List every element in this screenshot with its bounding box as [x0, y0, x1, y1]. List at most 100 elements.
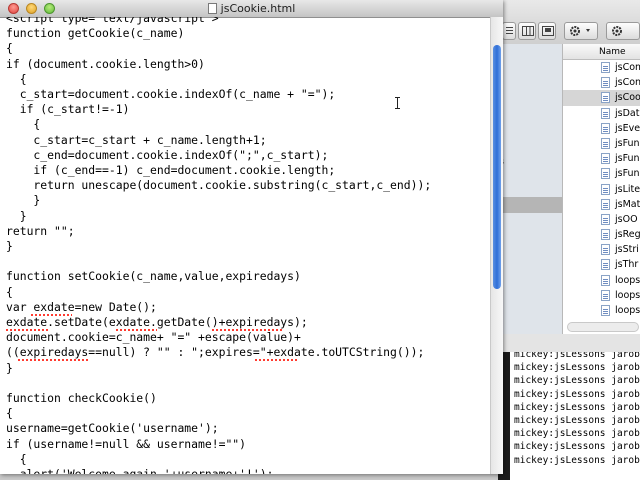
code-line: alert('Welcome again '+username+'!');: [6, 467, 274, 474]
coverflow-view-button[interactable]: [538, 22, 556, 40]
document-icon: [601, 229, 610, 241]
code-line: function checkCookie(): [6, 391, 157, 405]
finder-window: s Name jsCom jsCon jsCoo jsDat jsEve jsFun jsF…: [498, 0, 640, 352]
code-line: {: [6, 41, 13, 56]
code-line: <script type="text/javascript">: [6, 17, 219, 25]
terminal-line: mickey:jsLessons jarob: [514, 415, 640, 426]
file-list-item[interactable]: jsFun: [563, 166, 640, 181]
coverflow-view-icon: [542, 26, 554, 36]
document-icon: [601, 213, 610, 225]
file-list-item[interactable]: jsThr: [563, 257, 640, 272]
terminal-line: mickey:jsLessons jarob: [514, 352, 640, 360]
gear-icon: [612, 26, 622, 36]
file-list-item[interactable]: jsCom: [563, 60, 640, 75]
document-icon: [601, 244, 610, 256]
list-view-button[interactable]: [502, 22, 516, 40]
file-name: jsOO: [615, 213, 638, 225]
file-list-item[interactable]: jsFun: [563, 151, 640, 166]
file-list: Name jsCom jsCon jsCoo jsDat jsEve jsFun jsFun…: [562, 44, 640, 334]
code-line: {: [6, 117, 41, 132]
file-list-item[interactable]: jsMat: [563, 197, 640, 212]
code-line: function setCookie(c_name,value,expireda…: [6, 269, 301, 284]
file-rows: jsCom jsCon jsCoo jsDat jsEve jsFun jsFun jsFun…: [563, 60, 640, 318]
terminal-line: mickey:jsLessons jarob: [514, 401, 640, 413]
code-line: ((expiredays==null) ? "" : ";expires="+e…: [6, 345, 425, 360]
file-name: jsFun: [615, 137, 640, 149]
action-menu-button[interactable]: [564, 22, 598, 40]
file-list-item[interactable]: loops: [563, 288, 640, 303]
sidebar-selected-item[interactable]: [498, 197, 562, 213]
file-list-item[interactable]: jsStri: [563, 242, 640, 257]
text-cursor-icon: [395, 97, 400, 109]
file-name: jsCoo: [615, 92, 640, 104]
terminal-window[interactable]: mickey:jsLessons jarob mickey:jsLessons j…: [510, 352, 640, 480]
terminal-line: mickey:jsLessons jarob: [514, 375, 640, 387]
file-name: jsStri: [615, 244, 639, 256]
title-bar[interactable]: jsCookie.html: [0, 0, 503, 18]
file-list-item[interactable]: jsReg: [563, 227, 640, 242]
file-list-item[interactable]: jsFun: [563, 136, 640, 151]
file-list-item[interactable]: jsDat: [563, 106, 640, 121]
code-line: return unescape(document.cookie.substrin…: [6, 178, 432, 193]
document-icon: [601, 259, 610, 271]
code-editor[interactable]: <script type="text/javascript"> function …: [0, 17, 490, 474]
code-line: c_start=document.cookie.indexOf(c_name +…: [6, 87, 336, 101]
finder-toolbar: [498, 0, 640, 45]
finder-sidebar[interactable]: s: [498, 44, 562, 334]
scrollbar-thumb[interactable]: [493, 45, 501, 289]
document-icon: [601, 289, 610, 301]
code-line: if (c_end==-1) c_end=document.cookie.len…: [6, 163, 336, 177]
file-name: loops: [615, 274, 640, 286]
file-list-item[interactable]: loops: [563, 303, 640, 318]
terminal-line: mickey:jsLessons jarob: [514, 441, 640, 453]
file-list-item[interactable]: loops: [563, 273, 640, 288]
code-line: if (username!=null && username!=""): [6, 436, 247, 451]
code-line: username=getCookie('username');: [6, 421, 219, 436]
file-list-item[interactable]: jsOO: [563, 212, 640, 227]
share-button[interactable]: [606, 22, 640, 40]
document-icon: [601, 305, 610, 316]
code-line: }: [6, 239, 13, 253]
file-name: jsLite: [615, 183, 640, 195]
code-line: }: [6, 360, 13, 375]
file-name: jsReg: [615, 229, 640, 241]
file-list-item[interactable]: jsCoo: [563, 90, 640, 106]
code-line: {: [6, 71, 27, 86]
column-view-button[interactable]: [518, 22, 536, 40]
file-list-item[interactable]: jsCon: [563, 75, 640, 90]
file-name: jsMat: [615, 198, 640, 210]
terminal-line: mickey:jsLessons jarob: [514, 454, 640, 466]
file-name: jsCom: [615, 62, 640, 73]
gear-icon: [570, 26, 590, 36]
window-title-text: jsCookie.html: [220, 2, 296, 15]
document-icon: [601, 183, 610, 195]
code-line: function getCookie(c_name): [6, 26, 185, 41]
editor-window: jsCookie.html <script type="text/javascr…: [0, 0, 503, 474]
code-line: {: [6, 451, 27, 466]
vertical-scrollbar[interactable]: [490, 17, 503, 474]
file-list-item[interactable]: jsLite: [563, 182, 640, 197]
file-name: jsCon: [615, 77, 640, 89]
document-icon: [601, 122, 610, 134]
column-view-icon: [522, 26, 534, 36]
document-icon: [207, 3, 217, 14]
file-list-item[interactable]: jsEve: [563, 121, 640, 136]
code-line: var exdate=new Date();: [6, 299, 157, 314]
file-name: jsDat: [615, 107, 640, 119]
code-line: return "";: [6, 223, 75, 238]
file-name: jsEve: [615, 122, 640, 134]
file-name: jsFun: [615, 153, 640, 165]
window-title: jsCookie.html: [0, 0, 503, 17]
file-name: jsFun: [615, 168, 640, 180]
list-view-icon: [506, 27, 513, 34]
document-icon: [601, 274, 610, 286]
code-line: if (document.cookie.length>0): [6, 56, 205, 71]
document-icon: [601, 62, 610, 73]
code-line: document.cookie=c_name+ "=" +escape(valu…: [6, 330, 301, 345]
horizontal-scrollbar[interactable]: [567, 322, 639, 332]
terminal-line: mickey:jsLessons jarob: [514, 362, 640, 374]
file-name: jsThr: [615, 259, 639, 271]
code-line: {: [6, 284, 13, 299]
name-column-header[interactable]: Name: [563, 44, 640, 60]
file-name: loops: [615, 289, 640, 301]
